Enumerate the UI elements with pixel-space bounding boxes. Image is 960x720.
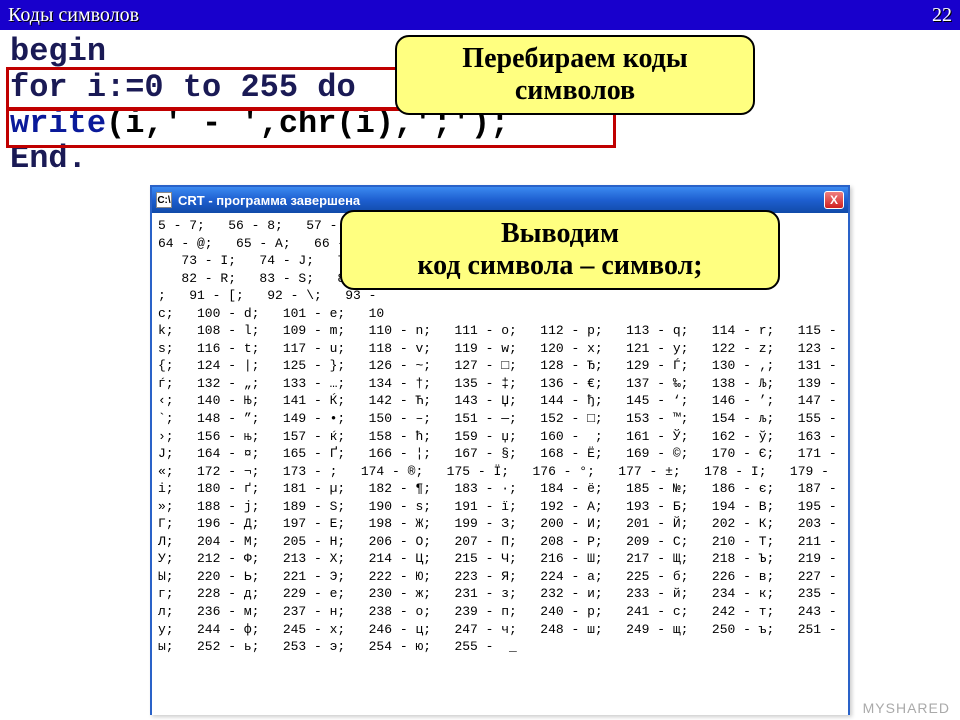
callout-iterate-codes: Перебираем коды символов: [395, 35, 755, 115]
slide-title: Коды символов: [8, 4, 139, 27]
callout-2-line-2: код символа – символ;: [417, 250, 702, 281]
code-line-1: begin: [10, 33, 106, 70]
callout-1-line-1: Перебираем коды: [462, 43, 687, 74]
slide-page-number: 22: [932, 4, 952, 27]
callout-1-line-2: символов: [515, 75, 635, 106]
callout-2-line-1: Выводим: [501, 218, 619, 249]
slide-header: Коды символов 22: [0, 0, 960, 30]
watermark-text: MYSHARED: [863, 700, 950, 716]
highlight-box-for-loop: [6, 67, 400, 110]
window-close-button[interactable]: X: [824, 191, 844, 209]
window-title-text: CRT - программа завершена: [178, 193, 824, 208]
callout-print-symbol: Выводим код символа – символ;: [340, 210, 780, 290]
slide-body: begin for i:=0 to 255 do write(i,' - ',c…: [0, 30, 960, 720]
window-app-icon: C:\: [156, 192, 172, 208]
